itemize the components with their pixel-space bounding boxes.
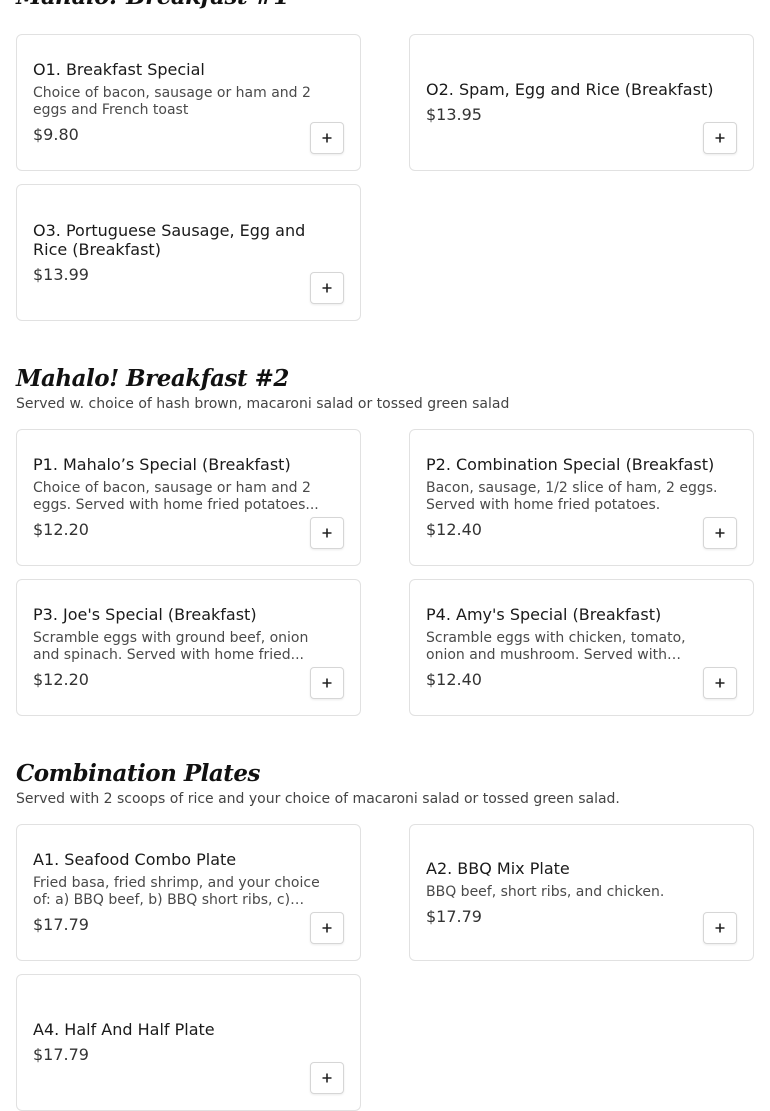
section-subtitle: Served w. choice of hash brown, macaroni…: [16, 396, 510, 412]
section-subtitle: Served with 2 scoops of rice and your ch…: [16, 791, 620, 807]
plus-icon: [322, 1073, 332, 1083]
add-to-cart-button[interactable]: [310, 912, 344, 944]
menu-item-name: P1. Mahalo’s Special (Breakfast): [33, 455, 291, 474]
plus-icon: [322, 283, 332, 293]
plus-icon: [715, 133, 725, 143]
menu-item-name: O1. Breakfast Special: [33, 60, 205, 79]
menu-item-grid: O1. Breakfast Special Choice of bacon, s…: [16, 34, 754, 321]
menu-item-name: A2. BBQ Mix Plate: [426, 858, 570, 878]
menu-section-breakfast-2: Mahalo! Breakfast #2 Served w. choice of…: [16, 366, 754, 716]
menu-item-card[interactable]: A1. Seafood Combo Plate Fried basa, frie…: [16, 824, 361, 961]
menu-item-description: Bacon, sausage, 1/2 slice of ham, 2 eggs…: [426, 480, 718, 513]
menu-item-card[interactable]: A4. Half And Half Plate $17.79: [16, 974, 361, 1111]
add-to-cart-button[interactable]: [703, 122, 737, 154]
menu-item-description: Choice of bacon, sausage or ham and 2 eg…: [33, 85, 311, 118]
menu-item-price: $13.95: [426, 105, 482, 124]
menu-item-price: $17.79: [426, 906, 482, 926]
menu-item-description: Choice of bacon, sausage or ham and 2 eg…: [33, 480, 319, 513]
menu-section-combination-plates: Combination Plates Served with 2 scoops …: [16, 761, 754, 1111]
plus-icon: [322, 923, 332, 933]
plus-icon: [322, 678, 332, 688]
add-to-cart-button[interactable]: [310, 517, 344, 549]
menu-item-card[interactable]: O3. Portuguese Sausage, Egg and Rice (Br…: [16, 184, 361, 321]
add-to-cart-button[interactable]: [703, 667, 737, 699]
menu-item-name: P4. Amy's Special (Breakfast): [426, 605, 662, 624]
menu-item-price: $12.20: [33, 670, 89, 689]
menu-item-name: A4. Half And Half Plate: [33, 1020, 215, 1039]
plus-icon: [322, 528, 332, 538]
menu-item-price: $12.40: [426, 520, 482, 539]
menu-item-description: BBQ beef, short ribs, and chicken.: [426, 883, 665, 900]
menu-item-name: A1. Seafood Combo Plate: [33, 850, 237, 869]
menu-section-breakfast-1: Mahalo! Breakfast #1 O1. Breakfast Speci…: [16, 0, 754, 321]
add-to-cart-button[interactable]: [310, 1062, 344, 1094]
add-to-cart-button[interactable]: [703, 517, 737, 549]
menu-item-grid: A1. Seafood Combo Plate Fried basa, frie…: [16, 824, 754, 1111]
menu-item-price: $12.20: [33, 520, 89, 539]
menu-item-price: $13.99: [33, 264, 89, 284]
plus-icon: [322, 133, 332, 143]
plus-icon: [715, 678, 725, 688]
menu-item-description: Scramble eggs with ground beef, onion an…: [33, 630, 309, 663]
menu-item-card[interactable]: P2. Combination Special (Breakfast) Baco…: [409, 429, 754, 566]
plus-icon: [715, 923, 725, 933]
menu-item-price: $12.40: [426, 670, 482, 689]
plus-icon: [715, 528, 725, 538]
menu-item-card[interactable]: P3. Joe's Special (Breakfast) Scramble e…: [16, 579, 361, 716]
menu-item-name: O3. Portuguese Sausage, Egg and Rice (Br…: [33, 220, 306, 259]
menu-page: Mahalo! Breakfast #1 O1. Breakfast Speci…: [16, 0, 754, 1111]
menu-item-card[interactable]: P4. Amy's Special (Breakfast) Scramble e…: [409, 579, 754, 716]
menu-item-price: $17.79: [33, 915, 89, 934]
section-title: Mahalo! Breakfast #1: [16, 0, 754, 10]
menu-item-price: $9.80: [33, 125, 79, 144]
menu-item-card[interactable]: P1. Mahalo’s Special (Breakfast) Choice …: [16, 429, 361, 566]
add-to-cart-button[interactable]: [703, 912, 737, 944]
add-to-cart-button[interactable]: [310, 122, 344, 154]
menu-item-card[interactable]: O2. Spam, Egg and Rice (Breakfast) $13.9…: [409, 34, 754, 171]
menu-item-grid: P1. Mahalo’s Special (Breakfast) Choice …: [16, 429, 754, 716]
menu-item-description: Fried basa, fried shrimp, and your choic…: [33, 875, 320, 908]
menu-item-name: P3. Joe's Special (Breakfast): [33, 605, 257, 624]
add-to-cart-button[interactable]: [310, 272, 344, 304]
menu-item-name: O2. Spam, Egg and Rice (Breakfast): [426, 80, 714, 99]
add-to-cart-button[interactable]: [310, 667, 344, 699]
menu-item-price: $17.79: [33, 1045, 89, 1064]
menu-item-name: P2. Combination Special (Breakfast): [426, 455, 715, 474]
menu-item-description: Scramble eggs with chicken, tomato, onio…: [426, 630, 686, 663]
menu-item-card[interactable]: O1. Breakfast Special Choice of bacon, s…: [16, 34, 361, 171]
section-title: Combination Plates: [16, 760, 261, 787]
menu-item-card[interactable]: A2. BBQ Mix Plate BBQ beef, short ribs, …: [409, 824, 754, 961]
section-title: Mahalo! Breakfast #2: [16, 365, 289, 392]
